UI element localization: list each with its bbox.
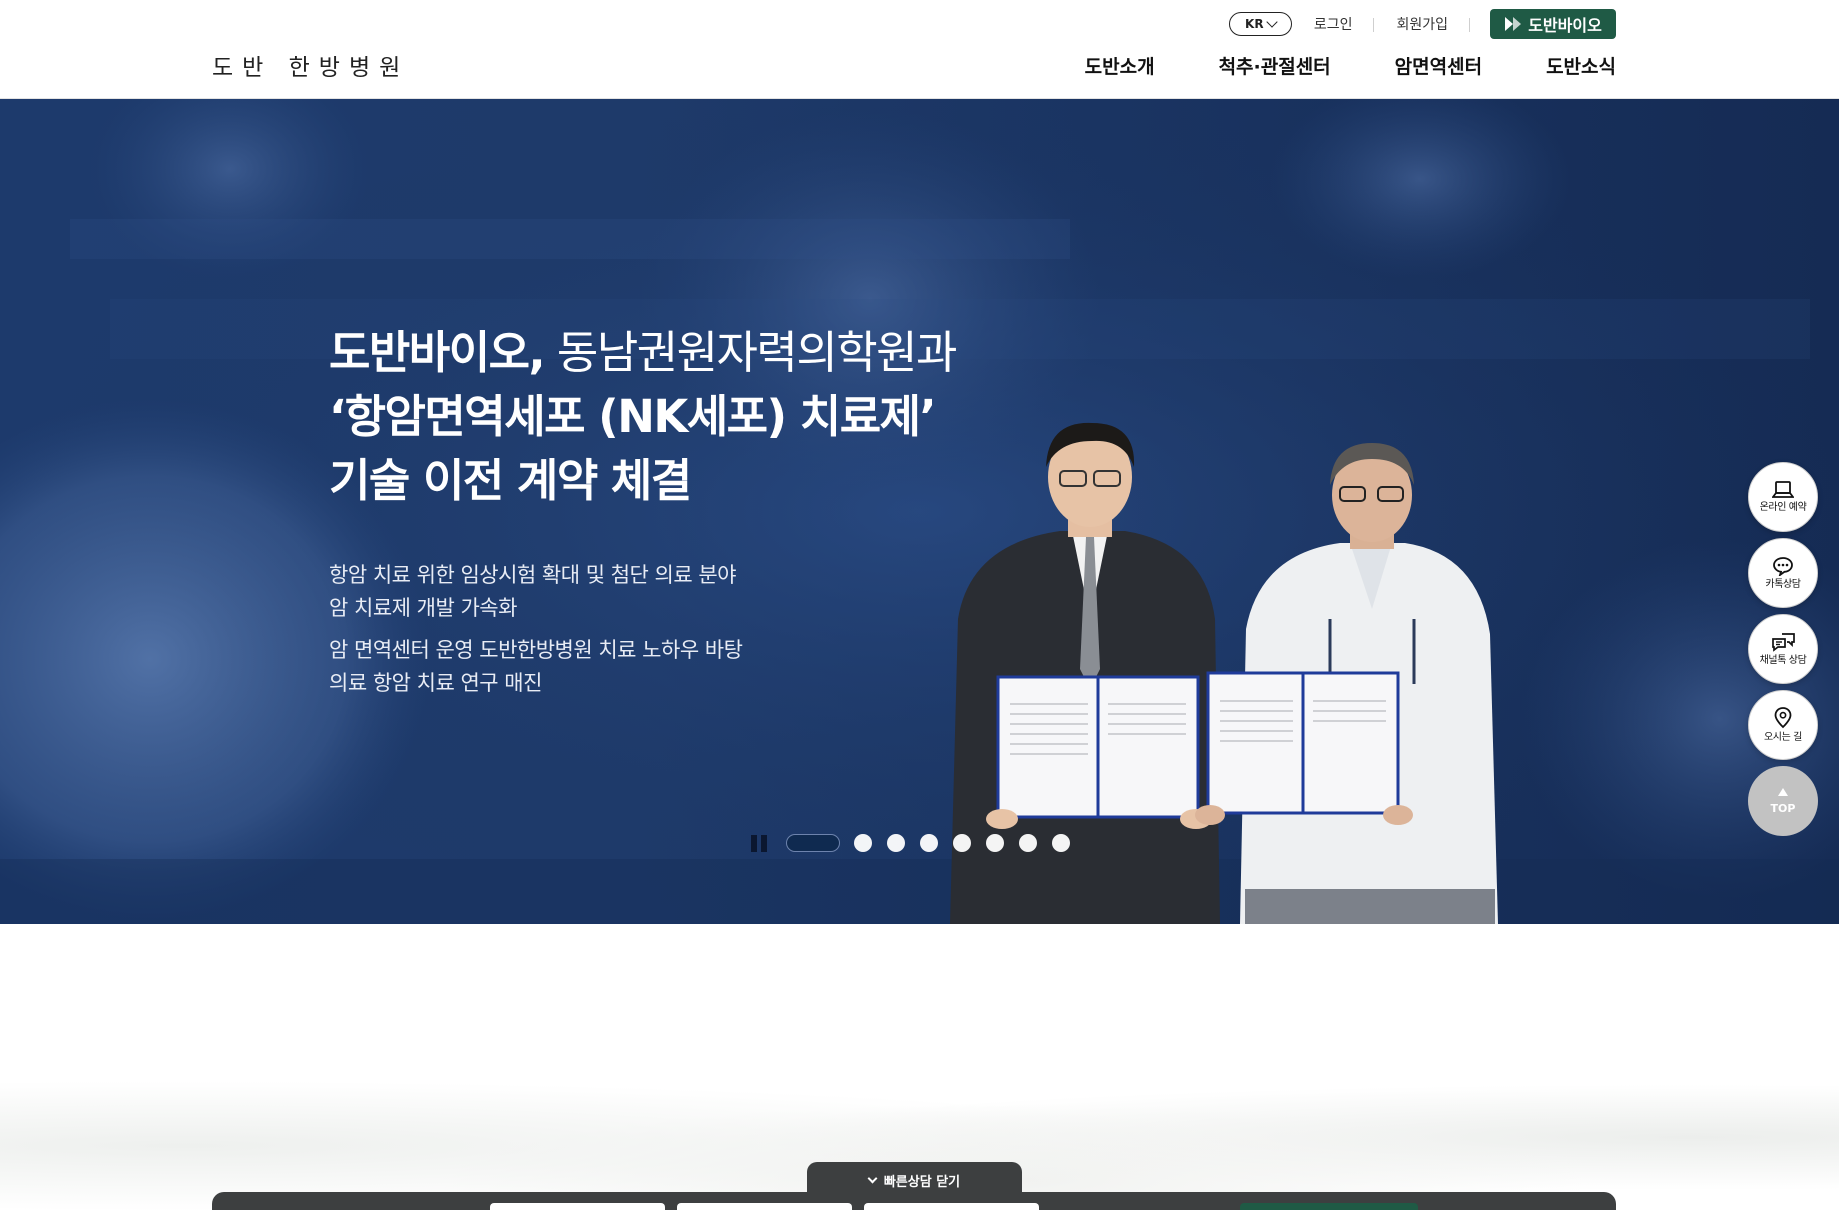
hero-description-line-2: 암 치료제 개발 가속화 — [329, 596, 517, 620]
site-logo[interactable]: 도반 한방병원 — [212, 48, 409, 82]
language-select[interactable]: KR — [1228, 12, 1292, 36]
online-reservation-button[interactable]: 온라인 예약 — [1748, 462, 1818, 532]
hero-headline-thin: 동남권원자력의학원과 — [544, 326, 958, 379]
main-nav: 도반소개 척추·관절센터 암면역센터 도반소식 — [1085, 52, 1616, 79]
chat-bubbles-icon — [1772, 632, 1795, 652]
consult-select-input[interactable] — [864, 1203, 1039, 1210]
utility-menu: KR 로그인 회원가입 도반바이오 — [1228, 9, 1616, 39]
nav-cancer-immunity[interactable]: 암면역센터 — [1395, 52, 1482, 79]
slide-dot[interactable] — [854, 834, 872, 852]
slide-dot[interactable] — [953, 834, 971, 852]
slide-dot[interactable] — [1019, 834, 1037, 852]
hero-description-line-1: 항암 치료 위한 임상시험 확대 및 첨단 의료 분야 — [329, 563, 736, 587]
hero-slider: 도반바이오, 동남권원자력의학원과 ‘항암면역세포 (NK세포) 치료제’ 기술… — [0, 99, 1839, 924]
pause-icon[interactable] — [751, 834, 768, 852]
slide-dot-active[interactable] — [786, 834, 840, 852]
laptop-icon — [1772, 480, 1794, 498]
quick-consult-toggle-label: 빠른상담 닫기 — [883, 1174, 961, 1190]
scroll-top-button[interactable]: TOP — [1748, 766, 1818, 836]
quick-consult-bar — [212, 1192, 1616, 1210]
directions-button[interactable]: 오시는 길 — [1748, 690, 1818, 760]
chat-bubble-icon — [1773, 556, 1793, 576]
map-pin-icon — [1774, 706, 1792, 728]
hero-description: 항암 치료 위한 임상시험 확대 및 첨단 의료 분야 암 치료제 개발 가속화… — [329, 559, 743, 700]
site-header: 도반 한방병원 KR 로그인 회원가입 도반바이오 도반소개 척추·관절센터 암… — [0, 0, 1839, 99]
slider-pagination — [751, 834, 1085, 852]
slide-dot[interactable] — [920, 834, 938, 852]
hero-description-line-4: 의료 항암 치료 연구 매진 — [329, 671, 542, 695]
slide-dot[interactable] — [1052, 834, 1070, 852]
nav-spine-joint[interactable]: 척추·관절센터 — [1219, 52, 1331, 79]
hero-headline-bold: 도반바이오, — [329, 326, 546, 379]
scroll-top-label: TOP — [1770, 801, 1796, 815]
consult-submit-button[interactable] — [1240, 1203, 1418, 1210]
signup-link[interactable]: 회원가입 — [1374, 14, 1470, 34]
channel-talk-label: 채널톡 상담 — [1759, 654, 1807, 666]
doban-bio-label: 도반바이오 — [1528, 16, 1602, 35]
kakao-consult-label: 카톡상담 — [1765, 578, 1801, 590]
chevron-down-icon — [867, 1173, 878, 1183]
kakao-consult-button[interactable]: 카톡상담 — [1748, 538, 1818, 608]
directions-label: 오시는 길 — [1764, 731, 1802, 743]
consult-phone-input[interactable] — [677, 1203, 852, 1210]
login-link[interactable]: 로그인 — [1292, 14, 1375, 34]
hero-headline: 도반바이오, 동남권원자력의학원과 ‘항암면역세포 (NK세포) 치료제’ 기술… — [329, 321, 958, 513]
hero-description-para-2: 암 면역센터 운영 도반한방병원 치료 노하우 바탕 의료 항암 치료 연구 매… — [329, 634, 743, 700]
consult-name-input[interactable] — [490, 1203, 665, 1210]
doban-bio-logo-icon — [1505, 17, 1522, 31]
chevron-down-icon — [1265, 16, 1278, 28]
slide-dot[interactable] — [986, 834, 1004, 852]
language-label: KR — [1245, 17, 1264, 31]
hero-description-line-3: 암 면역센터 운영 도반한방병원 치료 노하우 바탕 — [329, 638, 743, 662]
channel-talk-button[interactable]: 채널톡 상담 — [1748, 614, 1818, 684]
nav-about[interactable]: 도반소개 — [1085, 52, 1155, 79]
hero-headline-line-3: 기술 이전 계약 체결 — [329, 454, 692, 507]
online-reservation-label: 온라인 예약 — [1759, 501, 1807, 513]
slide-dot[interactable] — [887, 834, 905, 852]
arrow-up-icon — [1778, 787, 1788, 796]
hero-description-para-1: 항암 치료 위한 임상시험 확대 및 첨단 의료 분야 암 치료제 개발 가속화 — [329, 559, 742, 625]
floating-quick-menu: 온라인 예약 카톡상담 채널톡 상담 오시는 길 TOP — [1748, 462, 1818, 836]
doban-bio-button[interactable]: 도반바이오 — [1490, 9, 1616, 39]
hero-headline-line-1: 도반바이오, 동남권원자력의학원과 — [329, 321, 958, 385]
nav-news[interactable]: 도반소식 — [1546, 52, 1616, 79]
hero-headline-line-2: ‘항암면역세포 (NK세포) 치료제’ — [329, 390, 937, 443]
